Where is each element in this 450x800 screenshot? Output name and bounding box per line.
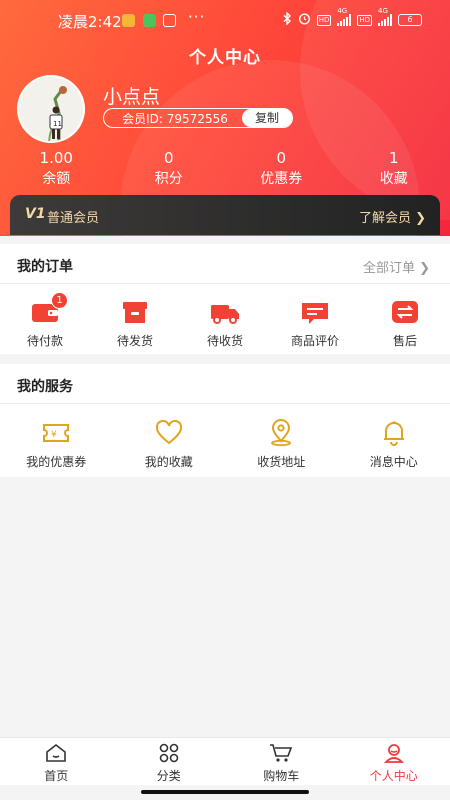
username: 小点点	[103, 86, 161, 108]
order-item-label: 商品评价	[290, 334, 339, 348]
order-item-label: 待发货	[116, 334, 153, 348]
orders-card: 我的订单 全部订单 ❯ 1 待付款 待发货 待收货 商品评价 售后	[0, 244, 450, 354]
status-right: HD 4G HD 4G 6	[283, 7, 422, 28]
alarm-icon	[298, 12, 311, 28]
stat-label: 优惠券	[260, 171, 303, 187]
profile-header: 凌晨2:42 ··· HD 4G HD 4G 6 个人中心 11 小点点 会员I…	[0, 0, 450, 236]
user-icon	[382, 743, 406, 763]
svg-text:¥: ¥	[51, 430, 57, 440]
avatar[interactable]: 11	[17, 75, 85, 143]
vip-bar[interactable]: V1 普通会员 了解会员 ❯	[10, 195, 440, 235]
truck-icon	[210, 298, 240, 326]
wallet-icon: 1	[30, 292, 68, 326]
service-address[interactable]: 收货地址	[225, 419, 338, 470]
status-bar: 凌晨2:42 ··· HD 4G HD 4G 6	[0, 0, 450, 40]
order-item-label: 待收货	[206, 334, 243, 348]
coupon-icon: ¥	[41, 419, 71, 447]
svg-text:11: 11	[53, 120, 62, 128]
tab-category[interactable]: 分类	[113, 738, 226, 785]
cart-icon	[269, 743, 293, 763]
services-card: 我的服务 ¥ 我的优惠券 我的收藏 收货地址 消息中心	[0, 364, 450, 477]
services-grid: ¥ 我的优惠券 我的收藏 收货地址 消息中心	[0, 404, 450, 470]
tab-label: 首页	[44, 769, 69, 783]
tab-label: 个人中心	[369, 769, 418, 783]
order-item-label: 售后	[392, 334, 417, 348]
stat-value: 0	[163, 149, 174, 167]
box-icon	[120, 298, 150, 326]
orders-grid: 1 待付款 待发货 待收货 商品评价 售后	[0, 284, 450, 349]
copy-button[interactable]: 复制	[242, 109, 292, 127]
signal-2-icon: 4G	[378, 7, 392, 26]
order-pending-shipment[interactable]: 待发货	[90, 298, 180, 349]
vip-level-name: 普通会员	[47, 211, 100, 226]
more-notifications-icon: ···	[188, 8, 206, 26]
stat-coupons[interactable]: 0 优惠券	[225, 148, 338, 189]
stat-balance[interactable]: 1.00 余额	[0, 148, 113, 189]
bluetooth-icon	[283, 11, 292, 28]
tab-cart[interactable]: 购物车	[225, 738, 338, 785]
stat-points[interactable]: 0 积分	[113, 148, 226, 189]
service-item-label: 收货地址	[257, 455, 306, 469]
stat-value: 1	[388, 149, 399, 167]
page-title: 个人中心	[189, 48, 261, 68]
app-notification-icon	[163, 14, 176, 27]
vip-level-icon: V1	[25, 206, 46, 222]
network-1-label: 4G	[337, 7, 348, 15]
tab-home[interactable]: 首页	[0, 738, 113, 785]
member-id-pill: 会员ID: 79572556 复制	[103, 108, 293, 128]
orders-header: 我的订单 全部订单 ❯	[0, 244, 450, 284]
services-title: 我的服务	[17, 379, 73, 395]
stat-value: 1.00	[39, 149, 73, 167]
learn-membership-link[interactable]: 了解会员 ❯	[359, 207, 426, 226]
stat-label: 积分	[154, 171, 183, 187]
all-orders-link[interactable]: 全部订单 ❯	[363, 257, 430, 276]
services-header: 我的服务	[0, 364, 450, 404]
location-icon	[266, 419, 296, 447]
comment-icon	[300, 298, 330, 326]
tab-label: 购物车	[263, 769, 300, 783]
tab-profile[interactable]: 个人中心	[338, 738, 450, 785]
tab-label: 分类	[156, 769, 181, 783]
bottom-tabbar: 首页 分类 购物车 个人中心	[0, 737, 450, 785]
service-item-label: 消息中心	[369, 455, 418, 469]
hd-icon: HD	[316, 14, 332, 26]
heart-icon	[154, 419, 184, 447]
home-indicator[interactable]	[141, 790, 309, 794]
bell-icon	[379, 419, 409, 447]
category-icon	[157, 743, 181, 763]
message-notification-icon	[122, 14, 135, 27]
member-id: 会员ID: 79572556	[122, 111, 228, 126]
status-time: 凌晨2:42	[58, 13, 122, 31]
stat-label: 收藏	[379, 171, 408, 187]
order-item-label: 待付款	[26, 334, 63, 348]
pending-payment-badge: 1	[51, 292, 68, 309]
stats-row: 1.00 余额 0 积分 0 优惠券 1 收藏	[0, 148, 450, 189]
orders-title: 我的订单	[17, 259, 73, 275]
download-notification-icon	[143, 14, 156, 27]
stat-value: 0	[276, 149, 287, 167]
order-review[interactable]: 商品评价	[270, 298, 360, 349]
network-2-label: 4G	[378, 7, 388, 15]
home-icon	[44, 743, 68, 763]
signal-1-icon: 4G	[337, 7, 352, 26]
service-item-label: 我的收藏	[144, 455, 193, 469]
hd-icon: HD	[357, 14, 372, 26]
service-favorites[interactable]: 我的收藏	[113, 419, 226, 470]
order-after-sales[interactable]: 售后	[360, 298, 450, 349]
service-item-label: 我的优惠券	[26, 455, 87, 469]
stat-favorites[interactable]: 1 收藏	[338, 148, 450, 189]
service-coupons[interactable]: ¥ 我的优惠券	[0, 419, 113, 470]
service-messages[interactable]: 消息中心	[338, 419, 450, 470]
order-pending-payment[interactable]: 1 待付款	[0, 292, 90, 349]
exchange-icon	[390, 298, 420, 326]
order-pending-receipt[interactable]: 待收货	[180, 298, 270, 349]
battery-icon: 6	[398, 14, 422, 26]
stat-label: 余额	[42, 171, 71, 187]
